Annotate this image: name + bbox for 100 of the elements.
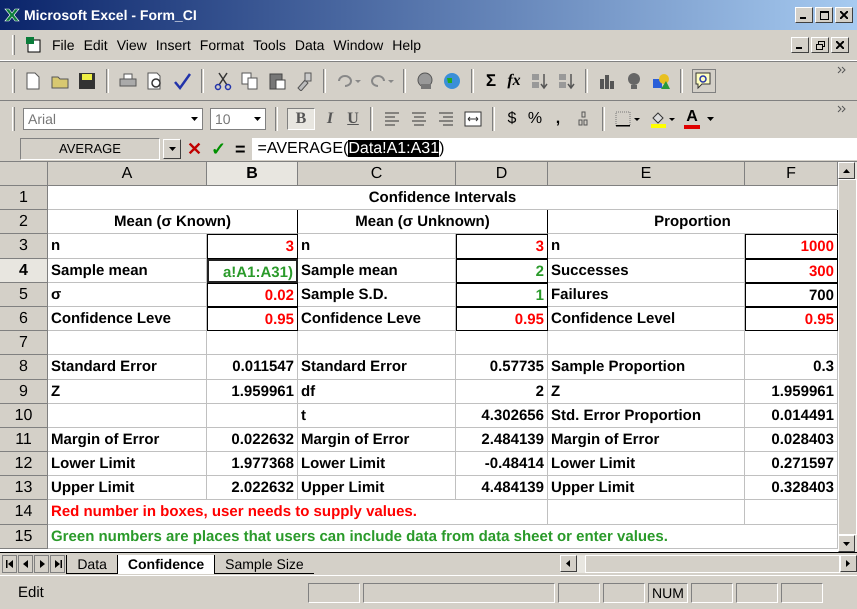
scroll-left-button[interactable] — [560, 555, 577, 572]
window-title: Microsoft Excel - Form_CI — [24, 7, 197, 23]
first-arrow-icon — [6, 560, 14, 568]
globe-link-icon[interactable] — [415, 71, 435, 91]
column-header[interactable]: A — [48, 162, 207, 186]
row-label: Upper Limit — [48, 476, 207, 500]
name-box-dropdown[interactable] — [163, 139, 181, 159]
row-header[interactable]: 7 — [0, 331, 48, 356]
cancel-button[interactable]: ✕ — [184, 138, 205, 160]
row-header[interactable]: 2 — [0, 210, 48, 234]
value-cell: 2.022632 — [207, 476, 298, 500]
column-header[interactable]: C — [298, 162, 456, 186]
workbook-icon[interactable] — [25, 36, 43, 54]
drawing-shapes-icon[interactable] — [651, 71, 671, 91]
currency-button[interactable]: $ — [504, 110, 520, 128]
italic-button[interactable]: I — [322, 110, 338, 128]
menu-item[interactable]: Help — [392, 37, 421, 53]
row-label: Z — [548, 380, 745, 404]
close-button[interactable] — [835, 7, 853, 23]
bold-button[interactable]: B — [287, 108, 315, 130]
down-arrow-icon — [843, 542, 850, 546]
minimize-button[interactable] — [791, 37, 809, 53]
font-dropdown[interactable]: Arial — [23, 108, 203, 130]
spelling-check-icon[interactable] — [172, 71, 192, 91]
menu-item[interactable]: Insert — [156, 37, 191, 53]
row-label: n — [48, 234, 207, 259]
section-heading: Mean (σ Unknown) — [298, 210, 548, 234]
row-header[interactable]: 13 — [0, 476, 48, 500]
data-value-cell: 1 — [456, 282, 548, 307]
row-header[interactable]: 4 — [0, 258, 48, 283]
help-icon[interactable] — [692, 69, 716, 93]
row-label: n — [548, 234, 745, 259]
font-color-button[interactable]: A — [684, 109, 700, 129]
right-arrow-icon — [38, 560, 46, 568]
save-icon[interactable] — [77, 71, 97, 91]
row-label: σ — [48, 282, 207, 307]
column-header[interactable]: D — [456, 162, 548, 186]
scroll-down-button[interactable] — [838, 535, 855, 552]
menu-item[interactable]: File — [52, 37, 75, 53]
sort-descending-icon[interactable] — [556, 71, 576, 91]
borders-icon[interactable] — [614, 109, 642, 129]
menu-item[interactable]: Window — [333, 37, 384, 53]
row-header[interactable]: 12 — [0, 452, 48, 476]
column-header[interactable]: E — [548, 162, 745, 186]
row-header[interactable]: 10 — [0, 404, 48, 428]
menu-item[interactable]: View — [116, 37, 147, 53]
close-button[interactable] — [831, 37, 849, 53]
restore-button[interactable] — [811, 37, 829, 53]
row-label: Sample mean — [48, 258, 207, 283]
row-header[interactable]: 8 — [0, 355, 48, 380]
select-all-corner[interactable] — [0, 162, 48, 186]
first-sheet-button[interactable] — [2, 555, 18, 573]
column-header[interactable]: F — [745, 162, 838, 186]
row-header[interactable]: 9 — [0, 380, 48, 404]
name-box[interactable]: AVERAGE — [20, 138, 160, 160]
menu-item[interactable]: Data — [294, 37, 324, 53]
row-label: Sample mean — [298, 258, 456, 283]
function-button[interactable]: fx — [506, 72, 522, 90]
row-header[interactable]: 11 — [0, 428, 48, 452]
sheet-tab[interactable]: Confidence — [116, 554, 214, 574]
merge-center-icon[interactable] — [463, 109, 483, 129]
minimize-button[interactable] — [795, 7, 813, 23]
percent-button[interactable]: % — [527, 110, 543, 128]
dropdown-arrow-icon[interactable] — [707, 117, 714, 121]
scissors-icon[interactable] — [213, 71, 233, 91]
comma-style-button[interactable]: , — [550, 110, 566, 128]
value-cell: 2.484139 — [456, 428, 548, 452]
row-header[interactable]: 6 — [0, 306, 48, 332]
column-header[interactable]: B — [207, 162, 298, 186]
row-header[interactable]: 1 — [0, 186, 48, 210]
paste-icon[interactable] — [267, 71, 287, 91]
sort-ascending-icon[interactable] — [529, 71, 549, 91]
more-icon[interactable] — [837, 105, 847, 113]
edit-formula-button[interactable]: = — [232, 138, 249, 160]
row-header[interactable]: 14 — [0, 500, 48, 525]
menu-item[interactable]: Tools — [253, 37, 286, 53]
editing-cell[interactable]: a!A1:A31) — [207, 258, 298, 283]
formula-field[interactable]: =AVERAGE(Data!A1:A31) — [252, 138, 857, 160]
note-text: Green numbers are places that users can include data from data sheet or enter values. — [48, 524, 838, 549]
row-header[interactable]: 3 — [0, 234, 48, 259]
menu-item[interactable]: Edit — [84, 37, 108, 53]
copy-icon[interactable] — [240, 71, 260, 91]
row-header[interactable]: 5 — [0, 282, 48, 307]
menu-item[interactable]: Format — [200, 37, 244, 53]
status-pane — [603, 582, 645, 602]
scroll-up-button[interactable] — [838, 162, 855, 179]
row-label: Standard Error — [298, 355, 456, 380]
row-label: Successes — [548, 258, 745, 283]
next-sheet-button[interactable] — [34, 555, 50, 573]
previous-sheet-button[interactable] — [18, 555, 34, 573]
scroll-right-button[interactable] — [840, 555, 857, 572]
more-icon[interactable] — [837, 66, 847, 74]
underline-button[interactable]: U — [345, 110, 361, 128]
sheet-tab[interactable]: Sample Size — [214, 554, 314, 574]
status-pane — [780, 582, 823, 602]
autosum-button[interactable]: Σ — [483, 71, 499, 91]
font-size-dropdown[interactable]: 10 — [210, 108, 266, 130]
last-sheet-button[interactable] — [50, 555, 66, 573]
maximize-button[interactable] — [815, 7, 833, 23]
row-header[interactable]: 15 — [0, 524, 48, 549]
